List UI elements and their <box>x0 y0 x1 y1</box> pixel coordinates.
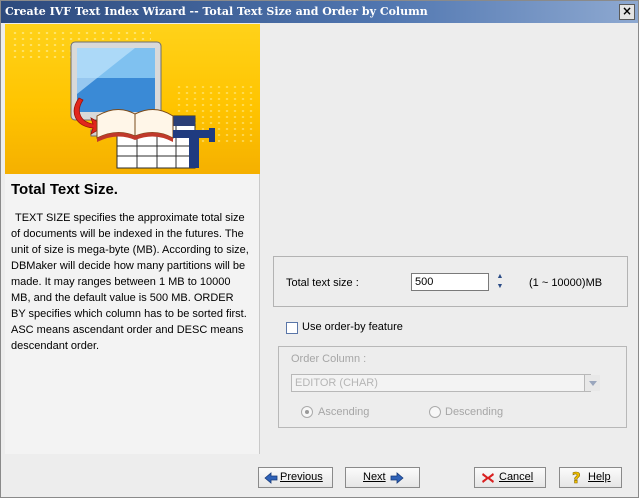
text-size-label: Total text size : <box>286 277 359 289</box>
next-label: Next <box>363 471 386 483</box>
page-heading: Total Text Size. <box>11 181 118 198</box>
wizard-window: Create IVF Text Index Wizard -- Total Te… <box>0 0 639 498</box>
orderby-checkbox-label[interactable]: Use order-by feature <box>302 321 403 333</box>
chevron-down-icon[interactable] <box>584 375 600 391</box>
text-size-spinner[interactable]: ▲ ▼ <box>493 272 507 292</box>
svg-text:?: ? <box>572 470 581 485</box>
spin-down-icon[interactable]: ▼ <box>493 282 507 292</box>
window-title: Create IVF Text Index Wizard -- Total Te… <box>5 5 428 18</box>
monitor-book-table-icon <box>70 41 215 169</box>
descending-radio[interactable] <box>429 406 441 418</box>
previous-button[interactable]: Previous <box>258 467 333 488</box>
page-description: TEXT SIZE specifies the approximate tota… <box>11 212 249 352</box>
cancel-button[interactable]: Cancel <box>474 467 546 488</box>
ascending-label[interactable]: Ascending <box>318 406 369 418</box>
order-column-value: EDITOR (CHAR) <box>295 377 378 389</box>
help-question-icon: ? <box>572 470 581 485</box>
descending-label[interactable]: Descending <box>445 406 503 418</box>
arrow-left-icon <box>264 472 278 484</box>
text-size-input[interactable]: 500 <box>411 273 489 291</box>
spin-up-icon[interactable]: ▲ <box>493 272 507 282</box>
wizard-banner <box>5 24 260 174</box>
arrow-right-icon <box>390 472 404 484</box>
order-column-label: Order Column : <box>291 353 367 365</box>
button-bar: Previous Next Cancel ? Help <box>1 456 638 497</box>
order-column-select[interactable]: EDITOR (CHAR) <box>291 374 600 392</box>
text-size-panel: Total text size : 500 ▲ ▼ (1 ~ 10000)MB <box>273 256 628 307</box>
previous-label: Previous <box>280 471 323 483</box>
ascending-radio[interactable] <box>301 406 313 418</box>
help-button[interactable]: ? Help <box>559 467 622 488</box>
close-icon[interactable]: × <box>619 4 635 20</box>
next-button[interactable]: Next <box>345 467 420 488</box>
title-bar: Create IVF Text Index Wizard -- Total Te… <box>1 1 638 23</box>
help-label: Help <box>588 471 611 483</box>
info-panel: Total Text Size. TEXT SIZE specifies the… <box>5 24 260 454</box>
cancel-x-icon <box>482 473 494 483</box>
cancel-label: Cancel <box>499 471 534 483</box>
order-column-group: Order Column : EDITOR (CHAR) Ascending D… <box>278 346 627 428</box>
orderby-checkbox[interactable] <box>286 322 298 334</box>
text-size-range: (1 ~ 10000)MB <box>529 277 603 289</box>
